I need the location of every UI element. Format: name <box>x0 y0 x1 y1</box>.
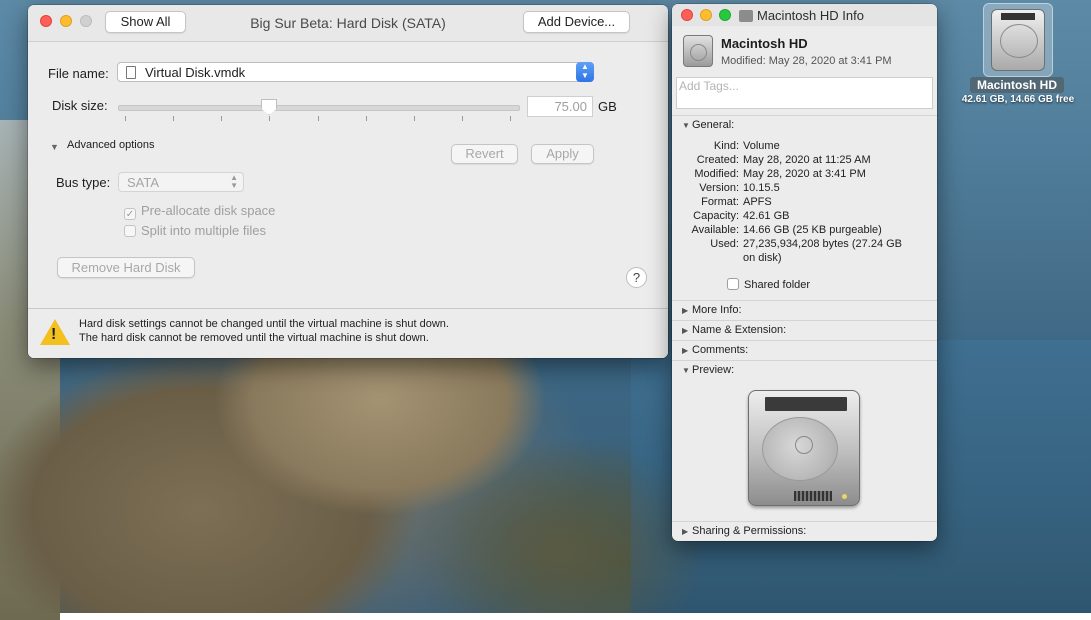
hard-disk-icon <box>683 35 713 67</box>
revert-button[interactable]: Revert <box>451 144 518 164</box>
info-window-title: Macintosh HD Info <box>739 8 864 23</box>
help-button[interactable]: ? <box>626 267 647 288</box>
bus-type-value: SATA <box>127 175 160 190</box>
advanced-options-label[interactable]: Advanced options <box>67 139 154 151</box>
disk-size-slider[interactable] <box>118 105 520 111</box>
chevron-updown-icon: ▲ ▼ <box>230 173 238 190</box>
checkbox-unchecked-icon <box>124 225 136 237</box>
more-info-section-header[interactable]: ▶ More Info: <box>682 304 742 316</box>
info-window: Macintosh HD Info Macintosh HD Modified:… <box>672 4 937 541</box>
preallocate-label: Pre-allocate disk space <box>141 203 276 218</box>
divider <box>672 320 937 321</box>
disclosure-closed-icon: ▶ <box>682 527 689 536</box>
minimize-button[interactable] <box>700 9 712 21</box>
desktop-icon-sublabel: 42.61 GB, 14.66 GB free <box>961 94 1075 105</box>
add-device-button[interactable]: Add Device... <box>523 11 630 33</box>
file-name-label: File name: <box>48 66 109 81</box>
info-titlebar: Macintosh HD Info <box>672 4 937 26</box>
divider <box>672 300 937 301</box>
divider <box>672 521 937 522</box>
zoom-button[interactable] <box>719 9 731 21</box>
slider-tick <box>414 116 415 121</box>
comments-section-header[interactable]: ▶ Comments: <box>682 344 748 356</box>
volume-name: Macintosh HD <box>721 36 808 51</box>
warning-line-1: Hard disk settings cannot be changed unt… <box>79 318 449 330</box>
slider-tick <box>173 116 174 121</box>
warning-line-2: The hard disk cannot be removed until th… <box>79 332 429 344</box>
disclosure-closed-icon: ▶ <box>682 346 689 355</box>
divider <box>672 360 937 361</box>
disclosure-triangle-icon[interactable]: ▼ <box>50 142 59 152</box>
disclosure-closed-icon: ▶ <box>682 326 689 335</box>
preallocate-checkbox[interactable]: ✓ Pre-allocate disk space <box>124 203 275 220</box>
hard-disk-icon <box>991 9 1045 71</box>
split-files-label: Split into multiple files <box>141 223 266 238</box>
slider-tick <box>318 116 319 121</box>
warning-bar: ! Hard disk settings cannot be changed u… <box>28 308 668 358</box>
shared-folder-label: Shared folder <box>744 279 811 291</box>
desktop-icon-label[interactable]: Macintosh HD <box>970 77 1064 93</box>
document-icon <box>126 66 136 79</box>
hard-disk-preview-icon <box>748 390 860 506</box>
vm-titlebar: Show All Big Sur Beta: Hard Disk (SATA) … <box>28 5 668 42</box>
disclosure-open-icon: ▼ <box>682 366 690 375</box>
bus-type-popup[interactable]: SATA ▲ ▼ <box>118 172 244 192</box>
disclosure-closed-icon: ▶ <box>682 306 689 315</box>
general-section-header[interactable]: ▼ General: <box>682 119 734 131</box>
disk-size-slider-knob[interactable] <box>261 99 277 115</box>
slider-tick <box>462 116 463 121</box>
checkbox-unchecked-icon <box>727 278 739 290</box>
name-extension-section-header[interactable]: ▶ Name & Extension: <box>682 324 786 336</box>
remove-hard-disk-button[interactable]: Remove Hard Disk <box>57 257 195 278</box>
disk-size-unit: GB <box>598 99 617 114</box>
close-button[interactable] <box>681 9 693 21</box>
preview-section-header[interactable]: ▼ Preview: <box>682 364 734 376</box>
apply-button[interactable]: Apply <box>531 144 594 164</box>
modified-header: Modified: May 28, 2020 at 3:41 PM <box>721 55 892 67</box>
slider-tick <box>366 116 367 121</box>
divider <box>672 340 937 341</box>
slider-tick <box>510 116 511 121</box>
file-name-popup[interactable]: Virtual Disk.vmdk ▲ ▼ <box>117 62 594 82</box>
shared-folder-checkbox[interactable]: Shared folder <box>727 278 810 291</box>
slider-tick <box>269 116 270 121</box>
disk-size-label: Disk size: <box>52 98 108 113</box>
slider-tick <box>125 116 126 121</box>
file-name-value: Virtual Disk.vmdk <box>145 65 246 80</box>
chevron-updown-icon[interactable]: ▲ ▼ <box>576 62 594 82</box>
disk-size-field[interactable]: 75.00 <box>527 96 593 117</box>
bus-type-label: Bus type: <box>56 175 111 190</box>
vm-settings-window: Show All Big Sur Beta: Hard Disk (SATA) … <box>28 5 668 358</box>
divider <box>672 115 937 116</box>
checkbox-checked-icon: ✓ <box>124 208 136 220</box>
disclosure-open-icon: ▼ <box>682 121 690 130</box>
sharing-permissions-section-header[interactable]: ▶ Sharing & Permissions: <box>682 525 806 537</box>
macintosh-hd-desktop-icon[interactable] <box>983 3 1053 77</box>
tags-input[interactable]: Add Tags... <box>676 77 933 109</box>
warning-icon: ! <box>40 319 70 345</box>
hard-disk-icon <box>739 10 753 22</box>
split-files-checkbox[interactable]: Split into multiple files <box>124 223 266 238</box>
slider-tick <box>221 116 222 121</box>
